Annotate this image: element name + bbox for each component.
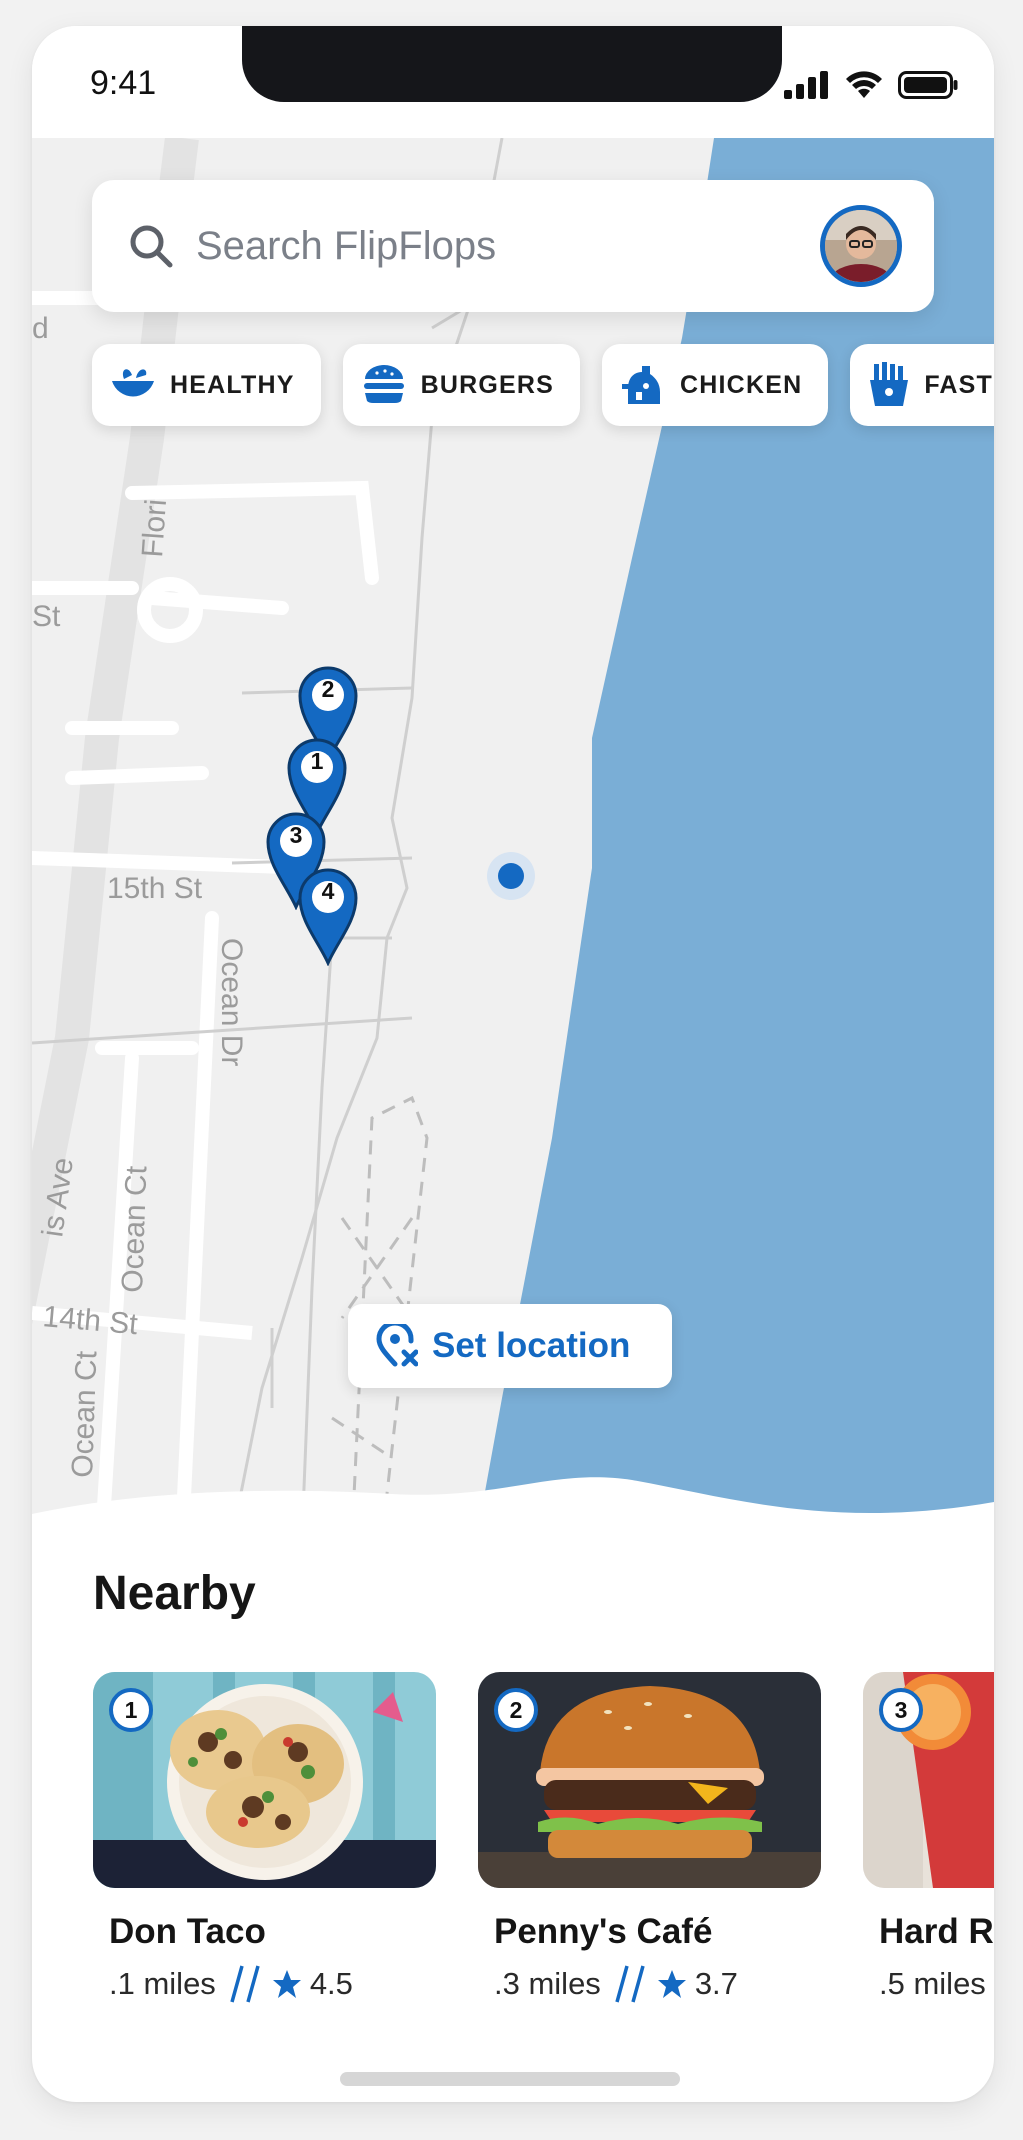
nearby-card[interactable]: 2 Penny's Café .3 miles 3.7 <box>478 1672 821 2004</box>
place-distance: .5 miles <box>879 1966 986 2001</box>
place-meta: .1 miles 4.5 <box>109 1964 436 2004</box>
nearby-card[interactable]: 1 Don Taco .1 miles 4.5 <box>93 1672 436 2004</box>
chip-healthy[interactable]: HEALTHY <box>92 344 321 426</box>
avatar[interactable] <box>820 205 902 287</box>
star-icon <box>657 1970 686 1998</box>
chip-chicken[interactable]: CHICKEN <box>602 344 829 426</box>
street-label-ocean-ct-1: Ocean Ct <box>116 1165 153 1293</box>
place-number-badge: 1 <box>109 1688 153 1732</box>
map-wave-edge <box>32 1477 994 1538</box>
pin-number: 1 <box>310 748 324 774</box>
separator-icon <box>230 1965 260 2003</box>
set-location-label: Set location <box>432 1326 631 1365</box>
place-number-badge: 2 <box>494 1688 538 1732</box>
home-indicator[interactable] <box>340 2072 680 2086</box>
nearby-list: 1 Don Taco .1 miles 4.5 2 Penny's Café .… <box>93 1672 994 2004</box>
category-chips: HEALTHY BURGERS CHICKEN FAST <box>92 344 994 426</box>
separator-icon <box>615 1965 645 2003</box>
search-bar[interactable]: Search FlipFlops <box>92 180 934 312</box>
star-icon <box>272 1970 301 1998</box>
burger-icon <box>363 365 404 403</box>
chip-label: FAST <box>924 370 994 399</box>
chip-label: BURGERS <box>420 370 555 399</box>
chip-fast[interactable]: FAST <box>850 344 994 426</box>
place-photo: 2 <box>478 1672 821 1888</box>
place-photo: 3 <box>863 1672 994 1888</box>
phone-frame: 9:41 St 15th St 14th St Ocean Dr Ocean C… <box>32 26 994 2102</box>
notch <box>242 26 782 102</box>
place-name: Don Taco <box>109 1912 266 1951</box>
street-label-15th: 15th St <box>107 872 203 905</box>
street-label-st: St <box>32 600 61 633</box>
place-number-badge: 3 <box>879 1688 923 1732</box>
nearby-title: Nearby <box>93 1567 256 1620</box>
status-icons <box>784 70 958 100</box>
street-label-ocean-dr: Ocean Dr <box>215 938 248 1066</box>
battery-icon <box>898 71 958 99</box>
place-rating: 3.7 <box>694 1966 738 2001</box>
place-meta: .5 miles <box>879 1964 994 2004</box>
place-name: Penny's Café <box>494 1912 713 1951</box>
map-pin-4[interactable]: 4 <box>298 866 358 971</box>
location-pin-icon <box>376 1324 418 1367</box>
wifi-icon <box>846 71 882 98</box>
status-bar: 9:41 <box>32 26 994 138</box>
place-distance: .3 miles <box>494 1966 601 2001</box>
search-icon <box>130 225 173 268</box>
chip-burgers[interactable]: BURGERS <box>342 344 581 426</box>
street-label-d: d <box>32 312 49 345</box>
set-location-button[interactable]: Set location <box>348 1304 672 1388</box>
place-meta: .3 miles 3.7 <box>494 1964 821 2004</box>
bowl-icon <box>112 369 154 397</box>
pin-number: 4 <box>321 878 335 904</box>
street-label-14th: 14th St <box>41 1300 139 1341</box>
status-time: 9:41 <box>90 64 157 102</box>
place-photo: 1 <box>93 1672 436 1888</box>
nearby-card[interactable]: 3 Hard Rock Cafe .5 miles <box>863 1672 994 2004</box>
place-name: Hard Rock Cafe <box>879 1912 994 1951</box>
fries-icon <box>870 362 909 406</box>
place-distance: .1 miles <box>109 1966 216 2001</box>
chip-label: HEALTHY <box>170 370 295 399</box>
place-rating: 4.5 <box>309 1966 353 2001</box>
search-input[interactable]: Search FlipFlops <box>196 224 820 269</box>
current-location-dot <box>487 852 535 900</box>
pin-number: 3 <box>289 822 303 848</box>
chip-label: CHICKEN <box>680 370 803 399</box>
street-label-flori: Flori <box>136 498 173 559</box>
pin-number: 2 <box>321 676 335 702</box>
signal-icon <box>784 71 828 99</box>
chicken-icon <box>622 366 661 404</box>
